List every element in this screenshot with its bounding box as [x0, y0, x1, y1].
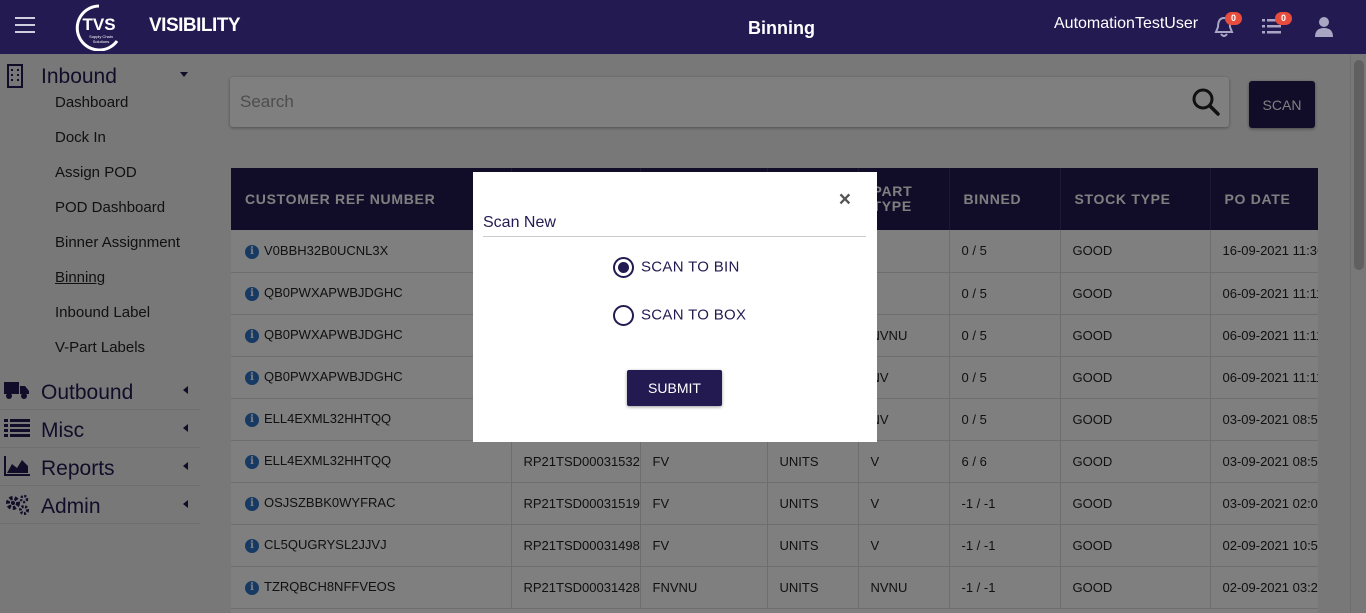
- radio-label: SCAN TO BIN: [641, 258, 740, 276]
- svg-text:Solutions: Solutions: [93, 39, 109, 44]
- close-icon[interactable]: ×: [839, 188, 851, 212]
- radio-scan-to-box[interactable]: SCAN TO BOX: [613, 305, 746, 326]
- radio-scan-to-bin[interactable]: SCAN TO BIN: [613, 257, 740, 278]
- tasks-badge: 0: [1275, 12, 1292, 25]
- notifications-badge: 0: [1225, 12, 1242, 25]
- username[interactable]: AutomationTestUser: [1054, 15, 1198, 33]
- svg-text:TVS: TVS: [82, 15, 115, 34]
- tvs-logo[interactable]: TVS Supply Chain Solutions: [72, 3, 126, 52]
- brand-name: VISIBILITY: [149, 15, 241, 36]
- radio-unchecked-icon[interactable]: [613, 305, 634, 326]
- menu-icon[interactable]: [15, 17, 35, 35]
- page-title: Binning: [748, 18, 815, 38]
- top-bar: TVS Supply Chain Solutions VISIBILITY Bi…: [0, 0, 1366, 54]
- scan-new-dialog: × Scan New SCAN TO BIN SCAN TO BOX SUBMI…: [473, 172, 877, 442]
- radio-label: SCAN TO BOX: [641, 306, 747, 324]
- divider: [483, 236, 866, 237]
- submit-button[interactable]: SUBMIT: [627, 370, 722, 406]
- radio-checked-icon[interactable]: [613, 257, 634, 278]
- user-icon[interactable]: [1314, 16, 1334, 38]
- dialog-title: Scan New: [483, 214, 556, 231]
